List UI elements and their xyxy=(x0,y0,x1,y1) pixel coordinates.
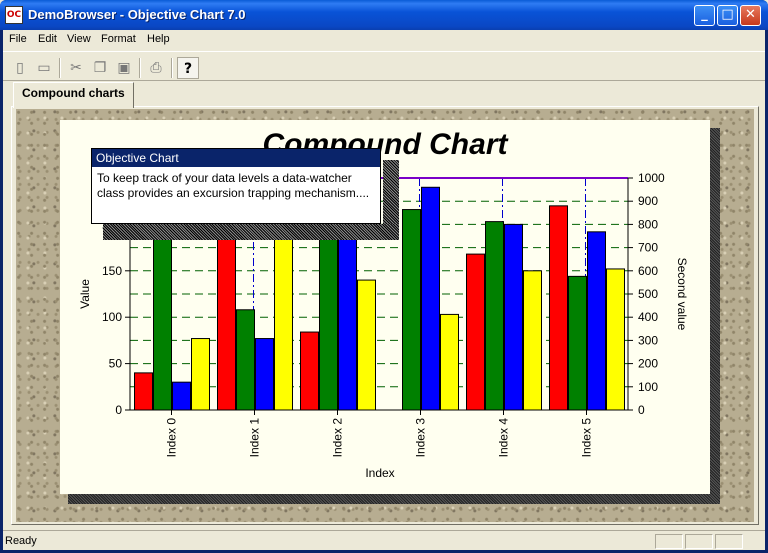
new-file-icon[interactable]: ▯ xyxy=(9,57,31,79)
y2-tick-label: 100 xyxy=(638,380,658,394)
print-icon[interactable]: ⎙ xyxy=(145,57,167,79)
bar xyxy=(217,214,236,411)
maximize-button[interactable]: □ xyxy=(717,5,738,26)
tab-strip: Compound charts xyxy=(3,82,765,108)
bar xyxy=(523,270,542,411)
bar xyxy=(549,205,568,411)
x-tick-label: Index 0 xyxy=(165,418,179,458)
bar xyxy=(440,313,459,411)
close-button[interactable]: ✕ xyxy=(740,5,761,26)
bar xyxy=(568,275,587,411)
bar xyxy=(274,237,293,411)
bar xyxy=(172,381,191,411)
bar xyxy=(421,186,440,411)
status-pane xyxy=(655,534,683,549)
tooltip-title: Objective Chart xyxy=(92,149,380,167)
app-icon[interactable]: OC xyxy=(5,6,23,24)
y2-tick-label: 1000 xyxy=(638,171,665,185)
y2-tick-label: 700 xyxy=(638,241,658,255)
status-pane xyxy=(685,534,713,549)
y2-tick-label: 300 xyxy=(638,333,658,347)
bar xyxy=(485,221,504,411)
bar xyxy=(255,338,274,411)
bar xyxy=(191,338,210,411)
copy-icon[interactable]: ❐ xyxy=(89,57,111,79)
minimize-button[interactable]: _ xyxy=(694,5,715,26)
title-bar[interactable]: OC DemoBrowser - Objective Chart 7.0 _ □… xyxy=(0,0,768,30)
y2-tick-label: 200 xyxy=(638,357,658,371)
x-axis-label: Index xyxy=(365,466,394,480)
help-icon[interactable]: ? xyxy=(177,57,199,79)
y-tick-label: 0 xyxy=(115,403,122,417)
tooltip-popup: Objective Chart To keep track of your da… xyxy=(91,148,381,224)
status-text: Ready xyxy=(5,535,37,547)
open-folder-icon[interactable]: ▭ xyxy=(33,57,55,79)
y-tick-label: 150 xyxy=(102,264,122,278)
status-pane xyxy=(715,534,743,549)
bar xyxy=(357,279,376,411)
menu-help[interactable]: Help xyxy=(147,33,170,45)
y2-tick-label: 500 xyxy=(638,287,658,301)
x-tick-label: Index 5 xyxy=(580,418,594,458)
tooltip-body: To keep track of your data levels a data… xyxy=(97,171,370,200)
bar xyxy=(319,210,338,411)
bar xyxy=(338,214,357,411)
bar xyxy=(134,372,153,411)
tooltip-shadow xyxy=(383,160,399,232)
menu-format[interactable]: Format xyxy=(101,33,136,45)
application-window: OC DemoBrowser - Objective Chart 7.0 _ □… xyxy=(0,0,768,553)
y2-axis-label: Second value xyxy=(675,258,689,331)
y2-tick-label: 0 xyxy=(638,403,645,417)
y2-tick-label: 900 xyxy=(638,194,658,208)
y2-tick-label: 600 xyxy=(638,264,658,278)
y-tick-label: 100 xyxy=(102,310,122,324)
bar xyxy=(402,209,421,411)
bar xyxy=(300,331,319,411)
toolbar-separator xyxy=(59,58,61,78)
toolbar-separator xyxy=(171,58,173,78)
x-tick-label: Index 3 xyxy=(414,418,428,458)
menu-view[interactable]: View xyxy=(67,33,91,45)
y-tick-label: 50 xyxy=(109,357,123,371)
cut-icon[interactable]: ✂ xyxy=(65,57,87,79)
tab-compound-charts[interactable]: Compound charts xyxy=(13,82,134,108)
toolbar-separator xyxy=(139,58,141,78)
paste-icon[interactable]: ▣ xyxy=(113,57,135,79)
menu-file[interactable]: File xyxy=(9,33,27,45)
bar xyxy=(587,231,606,411)
menu-edit[interactable]: Edit xyxy=(38,33,57,45)
client-area: File Edit View Format Help ▯ ▭ ✂ ❐ ▣ ⎙ ?… xyxy=(3,30,765,550)
bar xyxy=(504,223,523,411)
menu-bar: File Edit View Format Help xyxy=(3,30,765,50)
window-title: DemoBrowser - Objective Chart 7.0 xyxy=(28,7,246,22)
x-tick-label: Index 4 xyxy=(497,418,511,458)
y2-tick-label: 800 xyxy=(638,217,658,231)
x-tick-label: Index 2 xyxy=(331,418,345,458)
tooltip-shadow xyxy=(103,224,399,240)
bar xyxy=(466,253,485,411)
y-axis-label: Value xyxy=(78,279,92,309)
toolbar: ▯ ▭ ✂ ❐ ▣ ⎙ ? xyxy=(3,51,765,81)
bar xyxy=(236,309,255,411)
x-tick-label: Index 1 xyxy=(248,418,262,458)
bar xyxy=(606,268,625,411)
y2-tick-label: 400 xyxy=(638,310,658,324)
status-bar: Ready xyxy=(3,530,765,550)
